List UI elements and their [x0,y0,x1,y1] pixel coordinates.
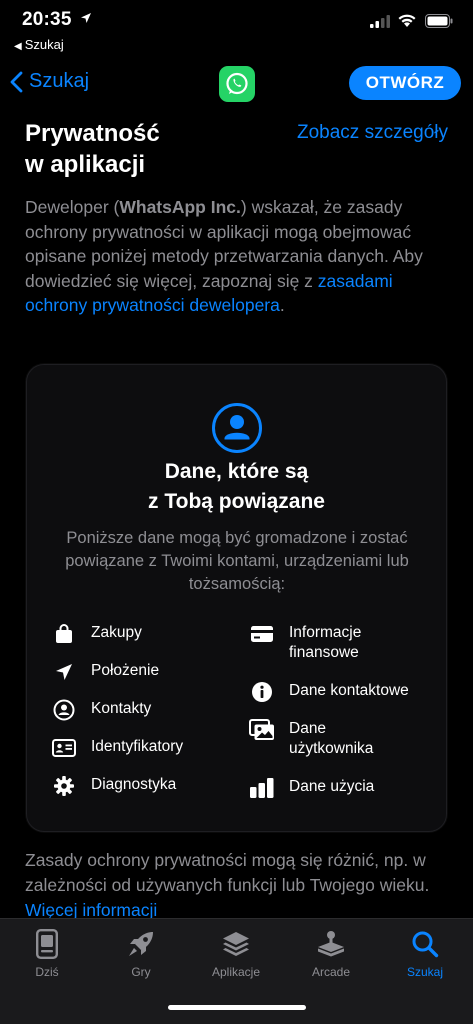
battery-icon [425,14,453,28]
data-item-contacts: Kontakty [51,699,151,721]
tab-label: Szukaj [406,965,444,979]
desc-suffix: . [279,295,285,315]
id-card-icon [51,737,77,759]
open-app-button[interactable]: OTWÓRZ [349,66,461,100]
section-title-line2: w aplikacji [25,151,146,178]
location-arrow-icon [51,661,77,683]
data-linked-card[interactable]: Dane, które są z Tobą powiązane Poniższe… [26,364,447,832]
privacy-footer-note: Zasady ochrony prywatności mogą się różn… [25,848,455,918]
back-button-label: Szukaj [29,70,90,92]
back-triangle-icon: ◀ [14,41,22,52]
data-item-label: Dane użycia [289,778,375,795]
tab-label: Dziś [35,965,59,979]
card-title-line1: Dane, które są [164,460,309,483]
search-icon [385,927,465,961]
info-icon [249,681,275,703]
tab-label: Aplikacje [211,965,261,979]
photos-icon [249,719,275,741]
tab-games[interactable]: Gry [101,927,181,979]
data-item-diagnostics: Diagnostyka [51,775,176,797]
status-bar: 20:35 ◀ Szukaj [0,0,473,58]
shopping-bag-icon [51,623,77,645]
bar-chart-icon [249,777,275,799]
layers-icon [196,927,276,961]
data-item-label-line2: finansowe [289,644,359,661]
tab-search[interactable]: Szukaj [385,927,465,979]
data-item-label-line1: Dane [289,720,327,737]
data-item-label-line1: Informacje [289,624,362,641]
data-item-label: Położenie [91,662,160,679]
chevron-left-icon [10,71,23,92]
data-item-label: Identyfikatory [91,738,184,755]
data-item-label: Dane kontaktowe [289,682,409,699]
see-details-link[interactable]: Zobacz szczegóły [297,122,448,144]
privacy-description: Deweloper (WhatsApp Inc.) wskazał, że za… [25,195,455,318]
data-item-label-line2: użytkownika [289,740,374,757]
developer-name: WhatsApp Inc. [119,197,241,217]
card-title-line2: z Tobą powiązane [148,490,325,513]
credit-card-icon [249,623,275,645]
tab-arcade[interactable]: Arcade [291,927,371,979]
tab-label: Arcade [311,965,351,979]
data-item-purchases: Zakupy [51,623,142,645]
data-item-identifiers: Identyfikatory [51,737,183,759]
contact-circle-icon [51,699,77,721]
navigation-bar: Szukaj OTWÓRZ [0,58,473,108]
wifi-icon [398,14,416,27]
tab-apps[interactable]: Aplikacje [196,927,276,979]
whatsapp-icon [219,66,255,102]
tab-today[interactable]: Dziś [7,927,87,979]
data-item-label: Informacje finansowe [289,623,361,663]
more-info-link[interactable]: Więcej informacji [25,900,157,918]
data-item-label: Dane użytkownika [289,719,373,759]
back-button[interactable]: Szukaj [10,70,89,93]
card-subtitle: Poniższe dane mogą być gromadzone i zost… [65,529,409,593]
location-services-icon [81,13,91,23]
home-indicator[interactable] [168,1005,306,1010]
arcade-icon [291,927,371,961]
person-circle-icon [212,403,262,453]
card-title: Dane, które są z Tobą powiązane [27,457,446,517]
data-item-financial-info: Informacje finansowe [249,623,361,663]
footer-text: Zasady ochrony prywatności mogą się różn… [25,850,430,895]
rocket-icon [101,927,181,961]
data-item-user-content: Dane użytkownika [249,719,373,759]
back-app-label: Szukaj [24,37,64,52]
status-time: 20:35 [22,9,72,30]
back-to-app[interactable]: ◀ Szukaj [14,37,64,52]
data-item-label: Kontakty [91,700,152,717]
cellular-signal-icon [370,15,390,28]
gear-icon [51,775,77,797]
data-item-label: Zakupy [91,624,142,641]
privacy-section: Prywatność w aplikacji Zobacz szczegóły … [0,108,473,918]
data-item-contact-info: Dane kontaktowe [249,681,409,703]
data-item-usage-data: Dane użycia [249,777,374,799]
today-icon [7,927,87,961]
data-item-location: Położenie [51,661,159,683]
data-item-label: Diagnostyka [91,776,177,793]
tab-label: Gry [131,965,151,979]
section-title-line1: Prywatność [25,120,160,147]
section-title: Prywatność w aplikacji [25,118,265,180]
desc-prefix: Deweloper ( [25,197,120,217]
